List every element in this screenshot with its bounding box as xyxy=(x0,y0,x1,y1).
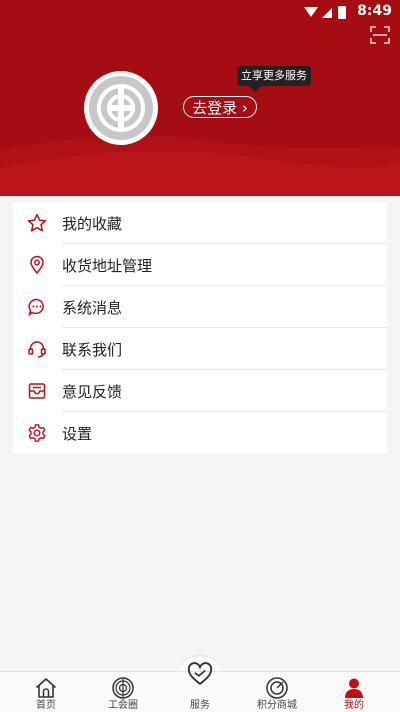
heart-icon xyxy=(187,662,213,685)
menu-item-label: 意见反馈 xyxy=(62,383,123,401)
menu-item-label: 我的收藏 xyxy=(62,215,123,233)
menu-item-label: 系统消息 xyxy=(62,299,123,317)
chat-bubble-icon xyxy=(28,298,44,317)
bottom-tab-bar: 首页 工会圈 服务 积分商城 我的 xyxy=(0,662,400,712)
tab-label: 积分商城 xyxy=(257,700,297,711)
login-button[interactable]: 去登录 › xyxy=(183,96,257,118)
tab-union-circle[interactable]: 工会圈 xyxy=(83,672,163,712)
menu-item-label: 收货地址管理 xyxy=(62,257,153,275)
chevron-right-icon: › xyxy=(237,99,248,117)
avatar[interactable] xyxy=(84,71,158,145)
status-time: 8:49 xyxy=(357,3,392,19)
star-icon xyxy=(27,213,47,232)
status-bar: 8:49 xyxy=(0,0,400,24)
location-pin-icon xyxy=(30,255,44,275)
menu-item-label: 联系我们 xyxy=(62,341,123,359)
profile-menu: 我的收藏 收货地址管理 系统消息 联系我们 意见反馈 设置 xyxy=(13,202,387,454)
menu-item-favorites[interactable]: 我的收藏 xyxy=(13,202,387,244)
menu-item-messages[interactable]: 系统消息 xyxy=(13,286,387,328)
tab-label: 工会圈 xyxy=(108,700,138,711)
menu-item-contact[interactable]: 联系我们 xyxy=(13,328,387,370)
wifi-icon xyxy=(304,7,318,17)
menu-item-settings[interactable]: 设置 xyxy=(13,412,387,454)
menu-item-feedback[interactable]: 意见反馈 xyxy=(13,370,387,412)
headset-icon xyxy=(28,341,46,358)
login-label: 去登录 xyxy=(192,99,238,117)
menu-item-address[interactable]: 收货地址管理 xyxy=(13,244,387,286)
battery-icon xyxy=(338,6,346,19)
union-logo-icon xyxy=(89,76,153,140)
signal-icon xyxy=(322,8,332,18)
inbox-icon xyxy=(28,383,46,399)
gear-icon xyxy=(28,424,46,442)
status-icons xyxy=(302,4,348,24)
tab-points-mall[interactable]: 积分商城 xyxy=(237,672,317,712)
tab-label: 首页 xyxy=(36,700,56,711)
tab-mine[interactable]: 我的 xyxy=(314,672,394,712)
tab-label: 服务 xyxy=(190,700,210,711)
login-tooltip: 立享更多服务 xyxy=(237,66,311,92)
menu-item-label: 设置 xyxy=(62,425,93,443)
scan-icon[interactable] xyxy=(370,26,390,44)
tab-home[interactable]: 首页 xyxy=(6,672,86,712)
tab-service[interactable]: 服务 xyxy=(160,662,240,712)
tab-label: 我的 xyxy=(344,700,364,711)
profile-header: 8:49 去登录 › 立享更多服务 xyxy=(0,0,400,196)
